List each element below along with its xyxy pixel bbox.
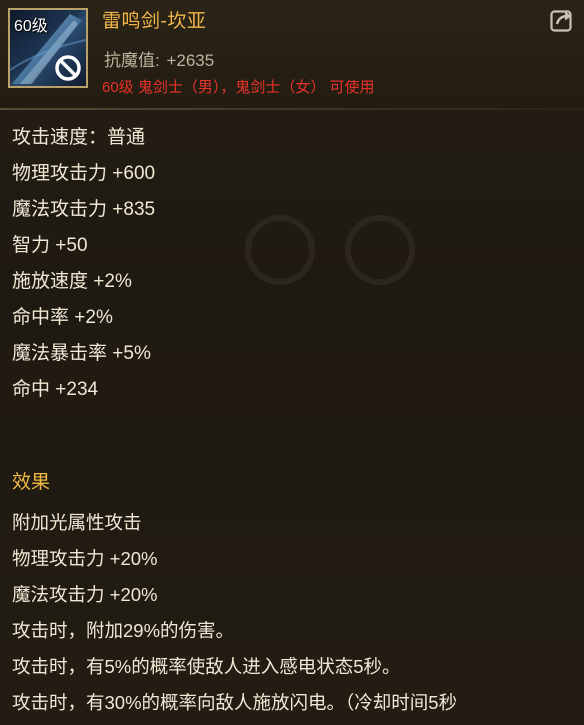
stat-physical-attack: 物理攻击力 +600 [12,163,156,184]
prohibited-icon [55,55,81,81]
effect-line: 魔法攻击力 +20% [12,584,158,605]
stat-attack-speed: 攻击速度：普通 [12,127,146,148]
magic-resist-row: 抗魔值: +2635 [102,46,214,71]
tooltip-header: 60级 雷鸣剑-坎亚 抗魔值: +2635 60级 鬼剑士（男），鬼剑士（女） … [0,0,584,108]
stat-list: 攻击速度：普通 物理攻击力 +600 魔法攻击力 +835 智力 +50 施放速… [12,120,155,408]
stat-magic-crit: 魔法暴击率 +5% [12,343,151,364]
effect-line: 攻击时，有5%的概率使敌人进入感电状态5秒。 [12,656,401,677]
class-requirement: 60级 鬼剑士（男），鬼剑士（女） 可使用 [102,79,375,96]
magic-resist-value: +2635 [166,51,215,70]
effects-title: 效果 [12,472,51,493]
share-icon[interactable] [550,8,576,32]
stat-intelligence: 智力 +50 [12,235,88,256]
item-tooltip: 60级 雷鸣剑-坎亚 抗魔值: +2635 60级 鬼剑士（男），鬼剑士（女） … [0,0,584,725]
stat-hit-rate: 命中率 +2% [12,307,113,328]
magic-resist-label: 抗魔值: [104,51,160,70]
stat-magic-attack: 魔法攻击力 +835 [12,199,156,220]
effect-line: 攻击时，有30%的概率向敌人施放闪电。（冷却时间5秒 [12,692,458,713]
item-icon-slot[interactable]: 60级 [8,8,88,88]
header-divider [0,108,584,110]
effect-line: 附加光属性攻击 [12,512,142,533]
stat-hit: 命中 +234 [12,379,99,400]
effect-list: 附加光属性攻击 物理攻击力 +20% 魔法攻击力 +20% 攻击时，附加29%的… [12,505,457,721]
effect-line: 物理攻击力 +20% [12,548,158,569]
effect-line: 攻击时，附加29%的伤害。 [12,620,235,641]
stat-cast-speed: 施放速度 +2% [12,271,132,292]
watermark-emblem [245,215,415,285]
item-name: 雷鸣剑-坎亚 [102,11,207,32]
item-level-badge: 60级 [14,18,48,35]
